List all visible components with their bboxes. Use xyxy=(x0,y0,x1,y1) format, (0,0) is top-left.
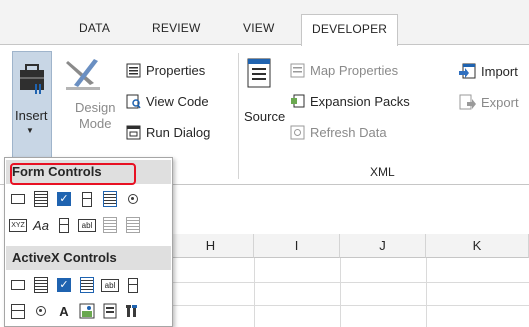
insert-button[interactable]: Insert ▼ xyxy=(12,51,52,173)
properties-label: Properties xyxy=(146,63,206,78)
column-header-j[interactable]: J xyxy=(340,234,426,258)
column-header-k[interactable]: K xyxy=(426,234,529,258)
more-controls-activex-icon[interactable] xyxy=(124,302,142,320)
view-code-label: View Code xyxy=(146,94,209,109)
text-field-form-control-icon[interactable]: abl xyxy=(78,216,96,234)
text-box-text: abl xyxy=(101,278,119,292)
col-gridline xyxy=(254,258,255,327)
combo-drop-form-control-icon[interactable] xyxy=(124,216,142,234)
toolbox-icon xyxy=(20,64,44,94)
insert-controls-dropdown: Form Controls ✓ XYZ Aa abl ActiveX Contr… xyxy=(4,157,173,327)
group-box-form-control-icon[interactable]: XYZ xyxy=(9,216,27,234)
row-gridline xyxy=(168,282,529,283)
design-label: Design xyxy=(75,100,116,115)
form-controls-highlight xyxy=(10,163,136,185)
export-label: Export xyxy=(481,94,519,110)
label-form-control-icon[interactable]: Aa xyxy=(32,216,50,234)
map-properties-label: Map Properties xyxy=(310,63,399,78)
refresh-data-button[interactable]: Refresh Data xyxy=(290,125,387,140)
spin-button-activex-icon[interactable] xyxy=(9,302,27,320)
col-gridline xyxy=(340,258,341,327)
source-button[interactable]: Source xyxy=(244,109,285,125)
properties-icon xyxy=(126,63,141,78)
option-button-form-control-icon[interactable] xyxy=(124,190,142,208)
group-box-text: XYZ xyxy=(9,218,27,232)
ribbon-tab-bar: DATA REVIEW VIEW DEVELOPER xyxy=(0,0,529,46)
chevron-down-icon: ▼ xyxy=(26,126,34,135)
design-mode-icon xyxy=(66,59,100,90)
design-mode-button[interactable]: Design Mode xyxy=(75,100,115,132)
import-icon xyxy=(459,63,476,79)
tab-developer[interactable]: DEVELOPER xyxy=(301,14,399,46)
activex-controls-header: ActiveX Controls xyxy=(6,246,171,270)
xml-group-label: XML xyxy=(370,165,395,179)
insert-label: Insert xyxy=(15,108,48,123)
export-icon xyxy=(459,94,476,110)
toggle-button-activex-icon[interactable] xyxy=(101,302,119,320)
map-properties-icon xyxy=(290,63,305,78)
option-button-activex-icon[interactable] xyxy=(32,302,50,320)
import-label: Import xyxy=(481,63,518,79)
row-gridline xyxy=(168,305,529,306)
text-field-text: abl xyxy=(78,218,96,232)
combo-box-activex-icon[interactable] xyxy=(32,276,50,294)
label-text: Aa xyxy=(33,217,49,233)
view-code-icon xyxy=(126,94,141,109)
expansion-packs-label: Expansion Packs xyxy=(310,94,410,109)
source-icon xyxy=(247,58,271,88)
combo-list-form-control-icon[interactable] xyxy=(101,216,119,234)
spin-button-form-control-icon[interactable] xyxy=(78,190,96,208)
label-activex-text: A xyxy=(59,303,69,319)
run-dialog-label: Run Dialog xyxy=(146,125,211,140)
tab-data[interactable]: DATA xyxy=(79,21,110,35)
activex-controls-row-1: ✓ abl xyxy=(9,276,142,294)
properties-button[interactable]: Properties xyxy=(126,63,205,78)
run-dialog-button[interactable]: Run Dialog xyxy=(126,125,210,140)
map-properties-button[interactable]: Map Properties xyxy=(290,63,398,78)
view-code-button[interactable]: View Code xyxy=(126,94,209,109)
tab-view[interactable]: VIEW xyxy=(243,21,274,35)
refresh-data-label: Refresh Data xyxy=(310,125,387,140)
col-gridline xyxy=(426,258,427,327)
scroll-bar-form-control-icon[interactable] xyxy=(55,216,73,234)
checkbox-form-control-icon[interactable]: ✓ xyxy=(55,190,73,208)
text-box-activex-icon[interactable]: abl xyxy=(101,276,119,294)
button-form-control-icon[interactable] xyxy=(9,190,27,208)
column-header-h[interactable]: H xyxy=(168,234,254,258)
combo-box-form-control-icon[interactable] xyxy=(32,190,50,208)
list-box-form-control-icon[interactable] xyxy=(101,190,119,208)
column-header-i[interactable]: I xyxy=(254,234,340,258)
form-controls-row-1: ✓ xyxy=(9,190,142,208)
mode-label: Mode xyxy=(78,116,112,131)
command-button-activex-icon[interactable] xyxy=(9,276,27,294)
refresh-data-icon xyxy=(290,125,305,140)
label-activex-icon[interactable]: A xyxy=(55,302,73,320)
list-box-activex-icon[interactable] xyxy=(78,276,96,294)
tab-review[interactable]: REVIEW xyxy=(152,21,201,35)
scroll-bar-activex-icon[interactable] xyxy=(124,276,142,294)
expansion-packs-icon xyxy=(291,94,305,108)
run-dialog-icon xyxy=(126,125,141,140)
activex-controls-row-2: A xyxy=(9,302,142,320)
export-button[interactable]: Export xyxy=(459,94,519,110)
import-button[interactable]: Import xyxy=(459,63,518,79)
group-separator xyxy=(238,53,239,179)
form-controls-row-2: XYZ Aa abl xyxy=(9,216,142,234)
image-activex-icon[interactable] xyxy=(78,302,96,320)
checkbox-activex-icon[interactable]: ✓ xyxy=(55,276,73,294)
expansion-packs-button[interactable]: Expansion Packs xyxy=(290,94,410,109)
